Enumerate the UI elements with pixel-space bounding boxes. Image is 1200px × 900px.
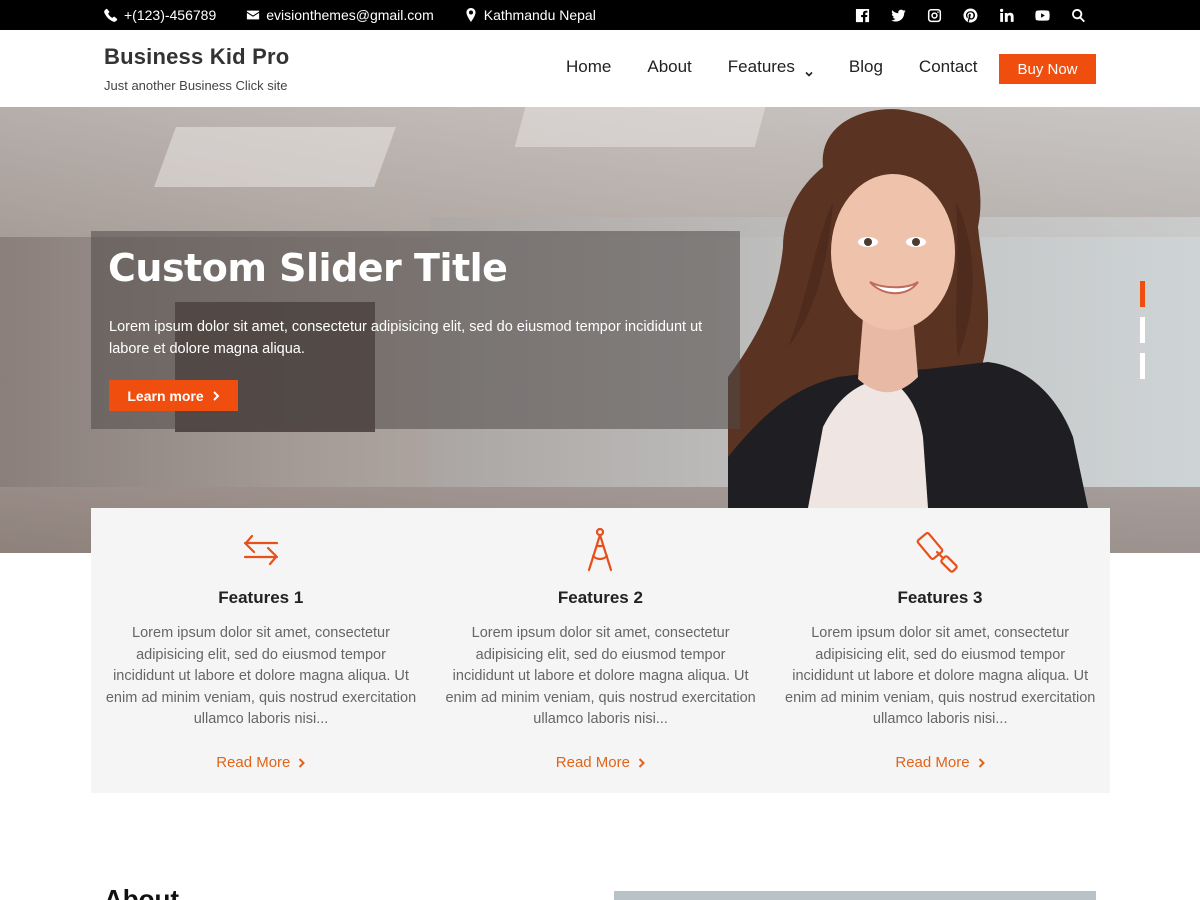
site-header: Business Kid Pro Just another Business C… [0, 30, 1200, 107]
hero-person-image [728, 109, 1088, 508]
top-bar: +(123)-456789 evisionthemes@gmail.com Ka… [0, 0, 1200, 30]
nav-label: Blog [848, 57, 883, 76]
nav-label: Contact [918, 57, 978, 76]
facebook-icon[interactable] [855, 8, 870, 23]
contact-info: +(123)-456789 evisionthemes@gmail.com Ka… [104, 0, 596, 30]
slide-title: Custom Slider Title [108, 246, 508, 290]
features-section: Features 1 Lorem ipsum dolor sit amet, c… [91, 508, 1110, 793]
site-tagline: Just another Business Click site [104, 78, 288, 93]
envelope-icon [247, 10, 260, 20]
read-more-link[interactable]: Read More [770, 754, 1110, 771]
location-text: Kathmandu Nepal [483, 7, 596, 23]
chevron-down-icon [805, 63, 813, 77]
feature-card: Features 1 Lorem ipsum dolor sit amet, c… [91, 508, 431, 793]
learn-more-label: Learn more [127, 387, 204, 404]
slider-dot-2[interactable] [1140, 317, 1145, 343]
pinterest-icon[interactable] [963, 7, 978, 23]
chevron-right-icon [212, 390, 220, 401]
feature-title: Features 3 [897, 588, 983, 607]
read-more-label: Read More [895, 754, 970, 771]
buy-now-button[interactable]: Buy Now [999, 54, 1096, 84]
phone-text: +(123)-456789 [124, 7, 217, 23]
slider-dot-1[interactable] [1140, 281, 1145, 307]
nav-label: Features [727, 57, 795, 76]
learn-more-button[interactable]: Learn more [109, 380, 238, 411]
chevron-right-icon [978, 757, 985, 768]
linkedin-icon[interactable] [999, 8, 1014, 23]
twitter-icon[interactable] [891, 8, 906, 23]
youtube-icon[interactable] [1035, 8, 1050, 23]
site-title[interactable]: Business Kid Pro [104, 44, 289, 70]
main-nav: Home About Features Blog Contact [566, 57, 1014, 77]
read-more-link[interactable]: Read More [91, 754, 431, 771]
feature-text: Lorem ipsum dolor sit amet, consectetur … [105, 625, 417, 728]
slide-text: Lorem ipsum dolor sit amet, consectetur … [109, 319, 703, 357]
nav-item-about[interactable]: About [647, 57, 691, 77]
slider-pagination [1140, 281, 1145, 379]
chevron-right-icon [299, 757, 306, 768]
nav-label: Home [566, 57, 612, 76]
map-marker-icon [466, 8, 476, 22]
email-text: evisionthemes@gmail.com [266, 7, 434, 23]
chevron-right-icon [638, 757, 645, 768]
exchange-arrows-icon [236, 526, 286, 574]
slider-dot-3[interactable] [1140, 353, 1145, 379]
phone-icon [104, 8, 118, 22]
feature-text: Lorem ipsum dolor sit amet, consectetur … [445, 625, 756, 728]
feature-title: Features 1 [218, 588, 304, 607]
feature-title: Features 2 [557, 588, 643, 607]
about-image [614, 891, 1096, 900]
paint-roller-icon [915, 526, 965, 574]
read-more-label: Read More [555, 754, 630, 771]
compass-drafting-icon [575, 526, 625, 574]
search-icon[interactable] [1071, 8, 1086, 23]
read-more-link[interactable]: Read More [431, 754, 771, 771]
nav-item-features[interactable]: Features [728, 57, 813, 77]
about-heading: About [104, 884, 180, 900]
email-item[interactable]: evisionthemes@gmail.com [246, 7, 434, 23]
social-links [855, 0, 1086, 30]
instagram-icon[interactable] [927, 8, 942, 23]
hero-background-light [154, 127, 396, 187]
feature-card: Features 3 Lorem ipsum dolor sit amet, c… [770, 508, 1110, 793]
feature-card: Features 2 Lorem ipsum dolor sit amet, c… [431, 508, 771, 793]
nav-item-home[interactable]: Home [566, 57, 611, 77]
nav-label: About [647, 57, 692, 76]
nav-item-contact[interactable]: Contact [919, 57, 978, 77]
phone-item[interactable]: +(123)-456789 [104, 7, 216, 23]
location-item: Kathmandu Nepal [464, 7, 596, 23]
nav-item-blog[interactable]: Blog [849, 57, 883, 77]
read-more-label: Read More [216, 754, 291, 771]
feature-text: Lorem ipsum dolor sit amet, consectetur … [785, 625, 1096, 728]
